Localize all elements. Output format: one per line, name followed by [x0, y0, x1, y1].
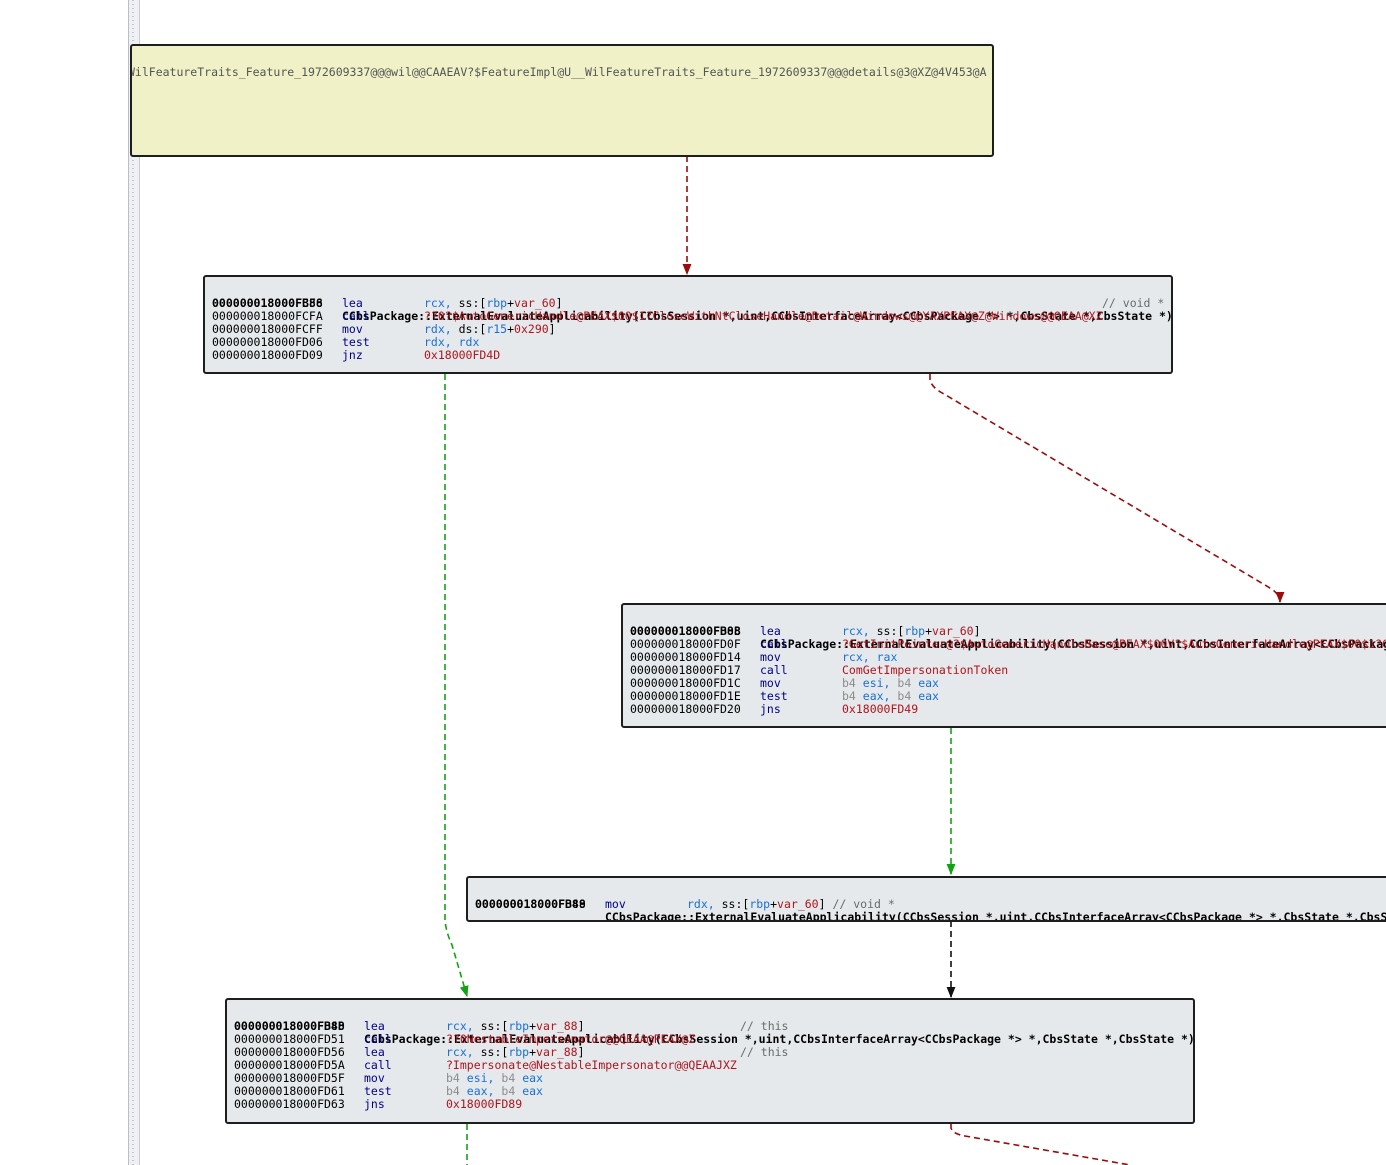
instruction-row[interactable]: 000000018000FD0F call ?GetInitPointer@?$Au…	[630, 638, 1386, 651]
operand-token: ]	[548, 322, 556, 336]
operand-token: 0x18000FD49	[842, 702, 919, 716]
operand-token: 0x18000FD4D	[424, 348, 501, 362]
operand-token: // void *	[832, 897, 895, 911]
operand-token: b4	[897, 676, 919, 690]
instruction-comment: // this	[740, 1045, 789, 1059]
operand-token: r15	[486, 322, 508, 336]
operand-token: rcx,	[446, 1045, 481, 1059]
operand-token: +	[925, 624, 933, 638]
operand-token: eax	[918, 689, 939, 703]
operand-token: rcx, rax	[842, 650, 898, 664]
operand-token: b4	[501, 1071, 523, 1085]
operand-token: +	[770, 897, 778, 911]
instruction-address: 000000018000FD49	[475, 897, 586, 911]
instruction-row[interactable]: 000000018000FD49 mov rdx, ss:[rbp+var_60] …	[475, 898, 1386, 911]
code-block-b1[interactable]: 000000018000FB88 CCbsPackage::ExternalEv…	[203, 275, 1173, 374]
operand-token: b4	[842, 676, 863, 690]
operand-token: b4	[446, 1084, 467, 1098]
operand-token: var_88	[536, 1019, 578, 1033]
instruction-mnemonic: jns	[364, 1097, 385, 1111]
operand-token: 0x290	[514, 322, 549, 336]
instruction-row[interactable]: 000000018000FD1E test b4 eax, b4 eax	[630, 690, 1386, 703]
instruction-mnemonic: jns	[760, 702, 781, 716]
operand-token: ss:[	[480, 1045, 509, 1059]
instruction-operands: 0x18000FD49	[842, 703, 918, 716]
instruction-comment: // this	[740, 1019, 789, 1033]
operand-token: eax,	[862, 689, 898, 703]
edge-b4-out-red	[950, 1124, 1131, 1165]
operand-token: ??0NestableImpersonator@@QEAA@PEAX@Z	[446, 1032, 696, 1046]
edge-b1-to-b4	[444, 374, 469, 998]
operand-token: eax	[522, 1071, 543, 1085]
operand-token: ds:[	[458, 322, 487, 336]
operand-token: b4	[446, 1071, 467, 1085]
operand-token: rdx, rdx	[424, 335, 480, 349]
edge-b1-to-b2	[929, 374, 1285, 604]
operand-token: rbp	[749, 897, 771, 911]
operand-token: var_60	[777, 897, 819, 911]
operand-token: +	[529, 1045, 537, 1059]
code-block-b4[interactable]: 000000018000FB88 CCbsPackage::ExternalEv…	[225, 998, 1195, 1124]
instruction-operands: rdx, ss:[rbp+var_60] // void *	[687, 898, 895, 911]
operand-token: var_60	[932, 624, 974, 638]
operand-token: ]	[818, 897, 833, 911]
block-header: 000000018000FB88 CCbsPackage::ExternalEv…	[630, 612, 1386, 651]
operand-token: rbp	[508, 1019, 530, 1033]
operand-token: ]	[555, 296, 563, 310]
operand-token: var_88	[536, 1045, 578, 1059]
code-block-top[interactable]: WilFeatureTraits_Feature_1972609337@@@wi…	[130, 44, 994, 157]
operand-token: rcx,	[842, 624, 877, 638]
function-name: CCbsPackage::ExternalEvaluateApplicabili…	[605, 910, 1386, 922]
operand-token: ]	[577, 1019, 585, 1033]
operand-token: esi,	[862, 676, 898, 690]
operand-token: ss:[	[721, 897, 750, 911]
instruction-operands: 0x18000FD89	[446, 1098, 522, 1111]
operand-token: ss:[	[480, 1019, 509, 1033]
operand-token: ss:[	[876, 624, 905, 638]
operand-token: eax	[918, 676, 939, 690]
instruction-row[interactable]: 000000018000FD63 jns 0x18000FD89	[234, 1098, 1193, 1111]
instruction-row[interactable]: 000000018000FD09 jnz 0x18000FD4D	[212, 349, 1171, 362]
operand-token: +	[507, 322, 515, 336]
operand-token: rcx,	[424, 296, 459, 310]
instruction-operands: 0x18000FD4D	[424, 349, 500, 362]
operand-token: rbp	[508, 1045, 530, 1059]
cfg-edges	[444, 156, 1285, 1165]
operand-token: b4	[897, 689, 919, 703]
operand-token: var_60	[514, 296, 556, 310]
operand-token: rdx,	[687, 897, 722, 911]
instruction-address: 000000018000FD63	[234, 1097, 345, 1111]
instruction-operands: ?GetInitPointer@?$AutoGenericHandleBase@…	[842, 638, 1386, 651]
code-block-b2[interactable]: 000000018000FB88 CCbsPackage::ExternalEv…	[621, 603, 1386, 728]
operand-token: rcx,	[446, 1019, 481, 1033]
operand-token: ComGetImpersonationToken	[842, 663, 1009, 677]
operand-token: +	[529, 1019, 537, 1033]
instruction-comment: // void *	[1102, 296, 1165, 310]
operand-token: ss:[	[458, 296, 487, 310]
operand-token: eax,	[466, 1084, 502, 1098]
operand-token: 0x18000FD89	[446, 1097, 523, 1111]
instruction-mnemonic: jnz	[342, 348, 363, 362]
instruction-address: 000000018000FD20	[630, 702, 741, 716]
operand-token: rbp	[904, 624, 926, 638]
instruction-row[interactable]: 000000018000FD1C mov b4 esi, b4 eax	[630, 677, 1386, 690]
operand-token: b4	[501, 1084, 523, 1098]
operand-token: +	[507, 296, 515, 310]
operand-token: b4	[842, 689, 863, 703]
mangled-symbol-text: WilFeatureTraits_Feature_1972609337@@@wi…	[130, 65, 987, 79]
operand-token: eax	[522, 1084, 543, 1098]
operand-token: esi,	[466, 1071, 502, 1085]
operand-token: rbp	[486, 296, 508, 310]
operand-token: ]	[973, 624, 981, 638]
instruction-row[interactable]: 000000018000FD17 call ComGetImpersonationT…	[630, 664, 1386, 677]
operand-token: ??0?$AutoGenericHandle@PEAX$00$1?CloseWi…	[424, 309, 1103, 323]
instruction-address: 000000018000FD09	[212, 348, 323, 362]
instruction-row[interactable]: 000000018000FD20 jns 0x18000FD49	[630, 703, 1386, 716]
operand-token: rdx,	[424, 322, 459, 336]
operand-token: ?Impersonate@NestableImpersonator@@QEAAJ…	[446, 1058, 737, 1072]
operand-token: ]	[577, 1045, 585, 1059]
operand-token: ?GetInitPointer@?$AutoGenericHandleBase@…	[842, 637, 1386, 651]
instruction-mnemonic: mov	[605, 897, 626, 911]
code-block-b3[interactable]: 000000018000FB88 CCbsPackage::ExternalEv…	[466, 876, 1386, 922]
